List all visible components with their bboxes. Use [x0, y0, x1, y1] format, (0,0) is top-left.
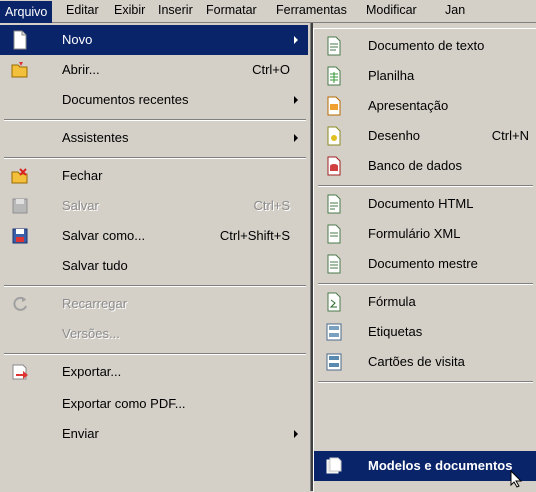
menu-item-documentos-recentes[interactable]: Documentos recentes: [0, 85, 308, 115]
save-as-icon: [12, 228, 28, 244]
menu-formatar[interactable]: Formatar: [206, 3, 257, 17]
submenu-item-formulario-xml[interactable]: Formulário XML: [314, 219, 536, 249]
shortcut-label: Ctrl+Shift+S: [219, 228, 290, 243]
menu-ferramentas[interactable]: Ferramentas: [276, 3, 347, 17]
menu-bar: Arquivo Editar Exibir Inserir Formatar F…: [0, 0, 536, 23]
xml-form-icon: [327, 224, 341, 244]
shortcut-label: Ctrl+S: [253, 198, 290, 213]
menu-item-label: Exportar...: [62, 364, 122, 379]
menu-item-label: Fechar: [62, 168, 103, 183]
menu-item-enviar[interactable]: Enviar: [0, 419, 308, 449]
submenu-item-documento-texto[interactable]: Documento de texto: [314, 31, 536, 61]
menu-item-exportar-pdf[interactable]: Exportar como PDF...: [0, 389, 308, 419]
menu-separator: [4, 157, 306, 159]
menu-item-salvar-tudo[interactable]: Salvar tudo: [0, 251, 308, 281]
submenu-item-label: Documento HTML: [368, 196, 474, 211]
menu-item-label: Salvar tudo: [62, 258, 128, 273]
menu-item-fechar[interactable]: Fechar: [0, 161, 308, 191]
menu-item-novo[interactable]: Novo: [0, 25, 308, 55]
submenu-arrow-icon: [294, 430, 298, 438]
submenu-item-label: Apresentação: [368, 98, 449, 113]
menu-item-recarregar[interactable]: Recarregar: [0, 289, 308, 319]
menu-item-assistentes[interactable]: Assistentes: [0, 123, 308, 153]
menu-separator: [318, 283, 533, 285]
submenu-item-label: Fórmula: [368, 294, 416, 309]
mouse-cursor-icon: [510, 470, 523, 488]
submenu-item-label: Modelos e documentos: [368, 458, 513, 473]
open-folder-icon: [11, 62, 28, 78]
menu-item-label: Salvar: [62, 198, 99, 213]
menu-item-label: Exportar como PDF...: [62, 396, 186, 411]
menu-item-abrir[interactable]: Abrir... Ctrl+O: [0, 55, 308, 85]
save-icon: [12, 198, 28, 214]
shortcut-label: Ctrl+N: [491, 128, 529, 143]
menu-separator: [4, 353, 306, 355]
submenu-item-apresentacao[interactable]: Apresentação: [314, 91, 536, 121]
menu-item-versoes[interactable]: Versões...: [0, 319, 308, 349]
menu-arquivo[interactable]: Arquivo: [0, 1, 53, 23]
menu-separator: [4, 119, 306, 121]
new-submenu: Documento de texto Planilha Apresentação…: [313, 28, 536, 492]
submenu-item-cartoes-visita[interactable]: Cartões de visita: [314, 347, 536, 377]
new-document-icon: [13, 30, 27, 50]
submenu-item-label: Etiquetas: [368, 324, 423, 339]
submenu-item-label: Formulário XML: [368, 226, 461, 241]
database-icon: [327, 156, 341, 176]
submenu-arrow-icon: [294, 36, 298, 44]
submenu-item-label: Documento de texto: [368, 38, 485, 53]
submenu-item-documento-mestre[interactable]: Documento mestre: [314, 249, 536, 279]
submenu-arrow-icon: [294, 134, 298, 142]
menu-separator: [318, 381, 533, 383]
menu-item-label: Abrir...: [62, 62, 100, 77]
menu-item-label: Recarregar: [62, 296, 128, 311]
menu-editar[interactable]: Editar: [66, 3, 99, 17]
submenu-item-formula[interactable]: Fórmula: [314, 287, 536, 317]
submenu-item-label: Cartões de visita: [368, 354, 465, 369]
menu-item-exportar[interactable]: Exportar...: [0, 357, 308, 387]
menu-item-label: Documentos recentes: [62, 92, 189, 107]
submenu-item-documento-html[interactable]: Documento HTML: [314, 189, 536, 219]
submenu-arrow-icon: [294, 96, 298, 104]
reload-icon: [13, 296, 27, 311]
shortcut-label: Ctrl+O: [252, 62, 290, 77]
submenu-item-label: Documento mestre: [368, 256, 478, 271]
menu-item-label: Salvar como...: [62, 228, 146, 243]
submenu-item-label: Desenho: [368, 128, 421, 143]
submenu-item-modelos-documentos[interactable]: Modelos e documentos: [314, 451, 536, 481]
menu-separator: [4, 285, 306, 287]
close-document-icon: [11, 168, 28, 184]
submenu-item-desenho[interactable]: Desenho Ctrl+N: [314, 121, 536, 151]
menu-modificar[interactable]: Modificar: [366, 3, 417, 17]
submenu-item-label: Banco de dados: [368, 158, 462, 173]
menu-janela[interactable]: Jan: [445, 3, 465, 17]
menu-exibir[interactable]: Exibir: [114, 3, 145, 17]
export-icon: [12, 364, 28, 380]
submenu-item-etiquetas[interactable]: Etiquetas: [314, 317, 536, 347]
submenu-item-planilha[interactable]: Planilha: [314, 61, 536, 91]
drawing-icon: [327, 126, 341, 146]
menu-separator: [318, 185, 533, 187]
spreadsheet-icon: [327, 66, 341, 86]
menu-item-label: Assistentes: [62, 130, 129, 145]
menu-item-label: Enviar: [62, 426, 99, 441]
menu-item-salvar-como[interactable]: Salvar como... Ctrl+Shift+S: [0, 221, 308, 251]
file-menu: Novo Abrir... Ctrl+O Documentos recentes…: [0, 23, 313, 491]
master-document-icon: [327, 254, 341, 274]
formula-icon: [327, 292, 341, 312]
business-cards-icon: [326, 353, 342, 371]
menu-item-label: Versões...: [62, 326, 120, 341]
templates-icon: [326, 457, 342, 474]
labels-icon: [326, 323, 342, 341]
submenu-item-label: Planilha: [368, 68, 415, 83]
text-document-icon: [327, 36, 341, 56]
html-document-icon: [327, 194, 341, 214]
submenu-item-banco-dados[interactable]: Banco de dados: [314, 151, 536, 181]
menu-inserir[interactable]: Inserir: [158, 3, 193, 17]
menu-item-salvar[interactable]: Salvar Ctrl+S: [0, 191, 308, 221]
presentation-icon: [327, 96, 341, 116]
menu-item-label: Novo: [62, 32, 93, 47]
